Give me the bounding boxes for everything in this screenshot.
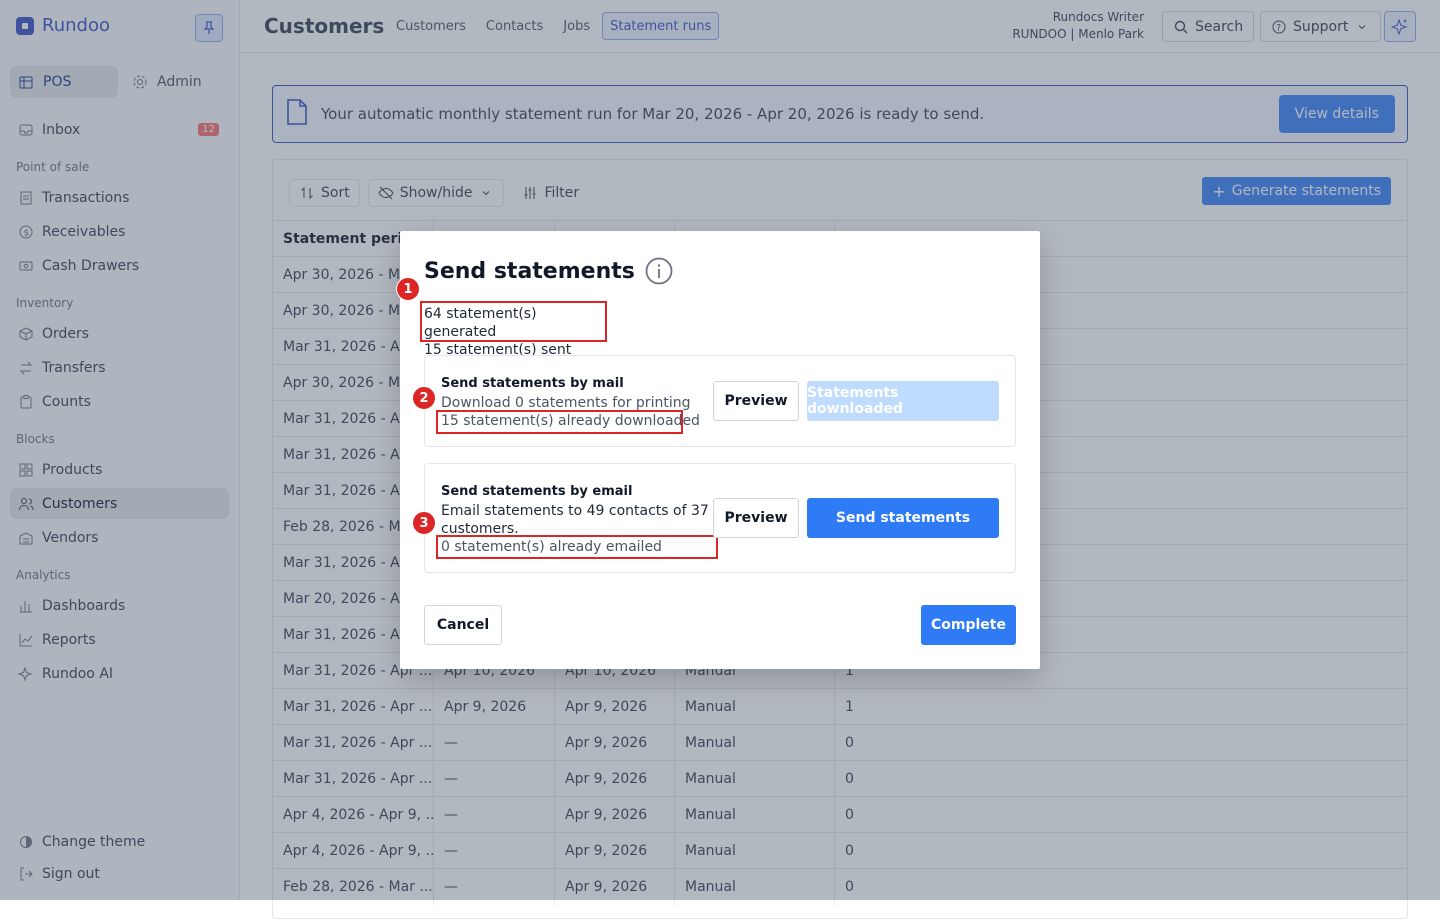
email-section: Send statements by email Email statement… <box>424 463 1016 573</box>
mail-section: Send statements by mail Download 0 state… <box>424 355 1016 447</box>
annotation-marker-2: 2 <box>412 386 436 410</box>
generated-count: 64 statement(s) generated <box>424 306 537 340</box>
info-icon[interactable] <box>645 257 673 285</box>
statements-downloaded-button[interactable]: Statements downloaded <box>807 381 999 421</box>
mail-downloaded-count: 15 statement(s) already downloaded <box>441 413 700 429</box>
annotation-marker-1: 1 <box>396 277 420 301</box>
email-preview-button[interactable]: Preview <box>713 498 799 538</box>
mail-preview-button[interactable]: Preview <box>713 381 799 421</box>
mail-download-info: Download 0 statements for printing <box>441 395 691 411</box>
send-statements-modal: Send statements 64 statement(s) generate… <box>396 231 1040 669</box>
mail-section-title: Send statements by mail <box>441 376 624 391</box>
email-section-title: Send statements by email <box>441 484 633 499</box>
send-statements-button[interactable]: Send statements <box>807 498 999 538</box>
cancel-button[interactable]: Cancel <box>424 605 502 645</box>
email-sent-count: 0 statement(s) already emailed <box>441 539 662 555</box>
email-info-line-1: Email statements to 49 contacts of 37 <box>441 503 709 519</box>
modal-title: Send statements <box>424 258 635 284</box>
complete-button[interactable]: Complete <box>921 605 1016 645</box>
statement-stats: 64 statement(s) generated 15 statement(s… <box>420 301 607 358</box>
annotation-marker-3: 3 <box>412 511 436 535</box>
